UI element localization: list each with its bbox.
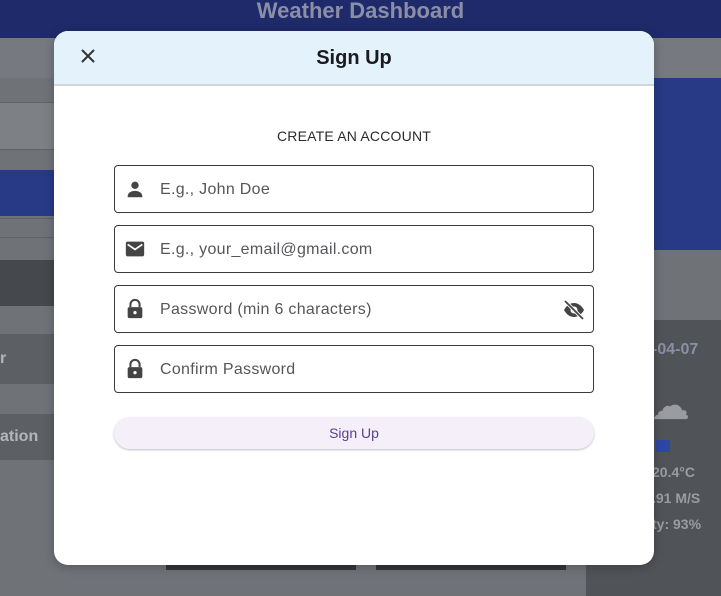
dialog-subtitle: CREATE AN ACCOUNT [276,128,432,144]
email-input[interactable] [158,226,552,274]
forecast-humidity: ty: 93% [652,516,702,532]
dialog-title: Sign Up [316,47,392,69]
background-button-2: ation [0,414,60,460]
background-blue-bar [0,170,60,216]
cloud-icon: ☁ [650,384,690,428]
name-field[interactable] [114,165,594,214]
dialog-header: Sign Up [54,31,654,86]
signup-dialog: Sign Up CREATE AN ACCOUNT E.g., John Doe… [54,31,654,565]
forecast-temperature: 20.4°C [652,464,695,480]
forecast-accent [656,440,670,452]
person-icon [127,181,143,198]
email-icon [125,241,145,257]
background-dark-bar [0,260,60,306]
background-divider [0,218,60,238]
visibility-off-icon[interactable] [562,298,586,322]
forecast-date: -04-07 [652,341,699,358]
password-field[interactable] [114,285,594,334]
background-input [0,102,60,150]
lock-icon [127,358,143,379]
email-field[interactable] [114,225,594,274]
confirm-password-input[interactable] [158,346,552,394]
password-input[interactable] [158,286,552,334]
app-title: Weather Dashboard [256,0,465,23]
forecast-wind: .91 M/S [652,490,701,506]
name-input[interactable] [158,166,552,214]
signup-button[interactable]: Sign Up [114,417,594,449]
background-button-1: r [0,334,60,384]
lock-icon [127,298,143,319]
background-panel [650,78,721,250]
confirm-password-field[interactable] [114,345,594,394]
